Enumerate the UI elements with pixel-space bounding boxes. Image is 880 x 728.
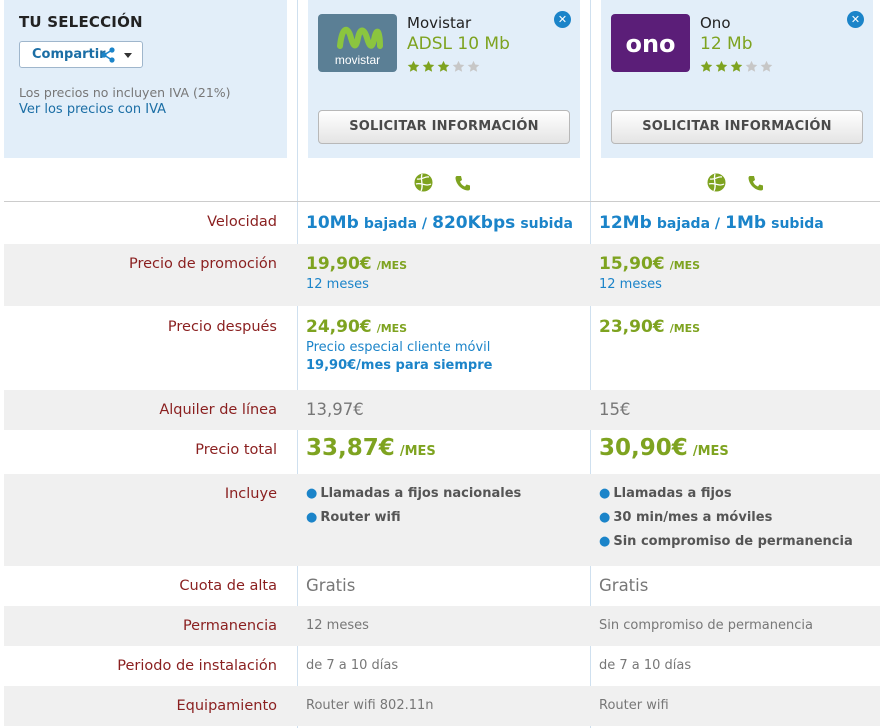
- remove-product-button[interactable]: ✕: [554, 11, 571, 28]
- star-filled-icon: [700, 58, 713, 72]
- svg-text:movistar: movistar: [335, 53, 380, 67]
- row-label: Incluye: [224, 486, 277, 502]
- table-row: Periodo de instalación de 7 a 10 días de…: [4, 646, 880, 686]
- row-label: Permanencia: [182, 618, 277, 634]
- iva-note: Los precios no incluyen IVA (21%): [19, 85, 231, 100]
- line-rental-value: 13,97€: [306, 400, 364, 419]
- rating-stars: [700, 58, 775, 77]
- total-price: 33,87€ /MES: [306, 435, 436, 461]
- equipment-value: Router wifi: [599, 698, 669, 713]
- promo-price: 15,90€ /MES 12 meses: [599, 254, 701, 292]
- install-period: de 7 a 10 días: [599, 658, 692, 673]
- product-name: Ono: [700, 14, 731, 32]
- star-empty-icon: [745, 58, 758, 72]
- contact-icons: [414, 173, 472, 196]
- list-item: ● Sin compromiso de permanencia: [599, 534, 853, 549]
- star-filled-icon: [407, 58, 420, 72]
- permanence-value: 12 meses: [306, 618, 369, 633]
- table-row: Permanencia 12 meses Sin compromiso de p…: [4, 606, 880, 646]
- list-item: ● Router wifi: [306, 510, 401, 525]
- rating-stars: [407, 58, 482, 77]
- permanence-value: Sin compromiso de permanencia: [599, 618, 813, 633]
- product-name: Movistar: [407, 14, 472, 32]
- ono-logo: ono: [611, 14, 690, 72]
- list-item: ● Llamadas a fijos nacionales: [306, 486, 522, 501]
- includes-list: ● Llamadas a fijos nacionales ● Router wif…: [306, 486, 521, 534]
- signup-fee: Gratis: [306, 576, 356, 595]
- star-empty-icon: [452, 58, 465, 72]
- row-label: Periodo de instalación: [117, 658, 277, 674]
- table-row: Alquiler de línea 13,97€ 15€: [4, 390, 880, 430]
- product-card-movistar: movistar Movistar ADSL 10 Mb ✕ SOLICITAR…: [308, 0, 580, 158]
- product-plan: 12 Mb: [700, 34, 753, 54]
- star-filled-icon: [437, 58, 450, 72]
- contact-icons: [707, 173, 765, 196]
- total-price: 30,90€ /MES: [599, 435, 729, 461]
- equipment-value: Router wifi 802.11n: [306, 698, 434, 713]
- star-empty-icon: [467, 58, 480, 72]
- star-filled-icon: [730, 58, 743, 72]
- row-label: Precio de promoción: [128, 256, 277, 272]
- request-info-button[interactable]: SOLICITAR INFORMACIÓN: [611, 110, 863, 144]
- phone-icon[interactable]: [747, 174, 765, 192]
- movistar-logo: movistar: [318, 14, 397, 72]
- install-period: de 7 a 10 días: [306, 658, 399, 673]
- table-row: Velocidad 10Mb bajada / 820Kbps subida 1…: [4, 202, 880, 244]
- signup-fee: Gratis: [599, 576, 649, 595]
- product-plan: ADSL 10 Mb: [407, 34, 510, 54]
- table-row: Precio después 24,90€ /MES Precio especi…: [4, 306, 880, 390]
- star-empty-icon: [760, 58, 773, 72]
- row-label: Alquiler de línea: [159, 402, 277, 418]
- promo-price: 19,90€ /MES 12 meses: [306, 254, 408, 292]
- line-rental-value: 15€: [599, 400, 631, 419]
- row-label: Precio total: [195, 442, 277, 458]
- star-filled-icon: [422, 58, 435, 72]
- remove-product-button[interactable]: ✕: [847, 11, 864, 28]
- request-info-button[interactable]: SOLICITAR INFORMACIÓN: [318, 110, 570, 144]
- product-card-ono: ono Ono 12 Mb ✕ SOLICITAR INFORMACIÓN: [601, 0, 873, 158]
- share-icon: [100, 47, 116, 67]
- share-button[interactable]: Compartir: [19, 41, 143, 68]
- star-filled-icon: [715, 58, 728, 72]
- svg-text:ono: ono: [625, 30, 675, 58]
- row-label: Equipamiento: [176, 698, 278, 714]
- chevron-down-icon: [124, 53, 132, 58]
- selection-title: TU SELECCIÓN: [19, 13, 143, 31]
- share-label: Compartir: [32, 47, 106, 62]
- includes-list: ● Llamadas a fijos ● 30 min/mes a móviles …: [599, 486, 853, 558]
- row-label: Velocidad: [207, 214, 277, 230]
- iva-prices-link[interactable]: Ver los precios con IVA: [19, 102, 166, 117]
- table-row: Cuota de alta Gratis Gratis: [4, 566, 880, 606]
- list-item: ● 30 min/mes a móviles: [599, 510, 773, 525]
- speed-value: 10Mb bajada / 820Kbps subida: [306, 213, 573, 233]
- speed-value: 12Mb bajada / 1Mb subida: [599, 213, 824, 233]
- globe-icon[interactable]: [707, 173, 726, 192]
- after-price: 23,90€ /MES: [599, 317, 701, 337]
- table-row: Precio total 33,87€ /MES 30,90€ /MES: [4, 430, 880, 474]
- after-price: 24,90€ /MES Precio especial cliente móvi…: [306, 317, 493, 373]
- phone-icon[interactable]: [454, 174, 472, 192]
- table-row: Equipamiento Router wifi 802.11n Router …: [4, 686, 880, 726]
- globe-icon[interactable]: [414, 173, 433, 192]
- row-label: Cuota de alta: [179, 578, 277, 594]
- table-row: Incluye ● Llamadas a fijos nacionales ● Ro…: [4, 474, 880, 566]
- row-label: Precio después: [167, 319, 277, 335]
- list-item: ● Llamadas a fijos: [599, 486, 732, 501]
- table-row: Precio de promoción 19,90€ /MES 12 meses…: [4, 244, 880, 306]
